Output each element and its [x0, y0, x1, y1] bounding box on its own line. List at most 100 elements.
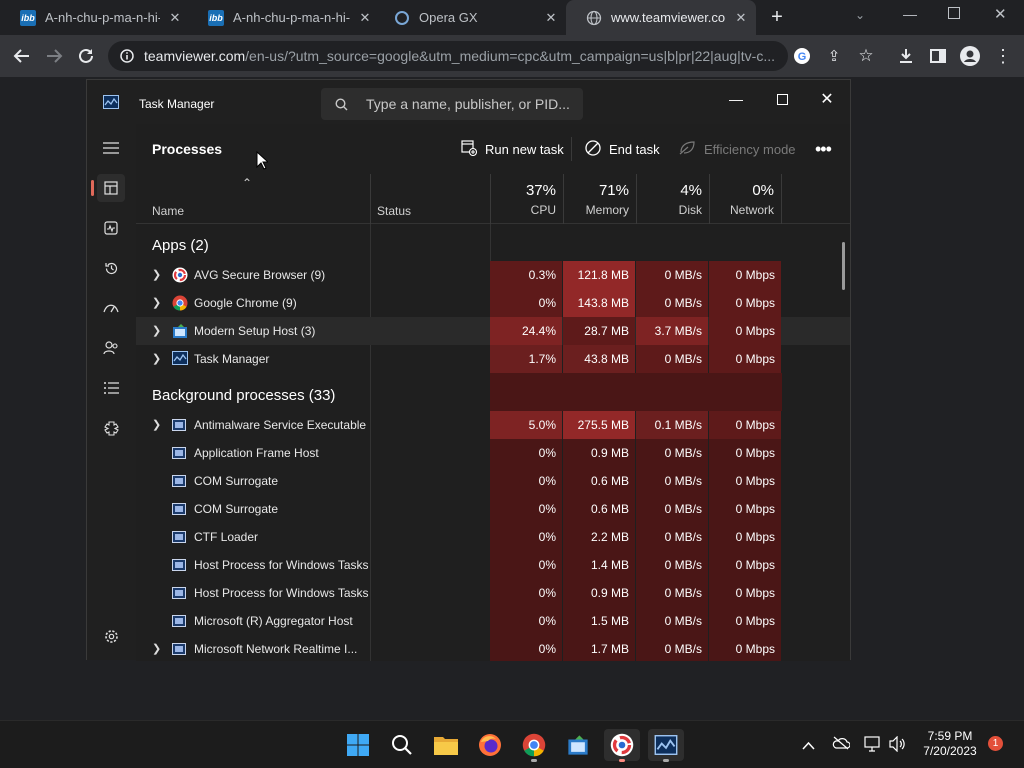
processes-nav-icon[interactable]	[97, 174, 125, 202]
process-row[interactable]: ❯ Microsoft Network Realtime I... 0% 1.7…	[136, 635, 850, 661]
sort-ascending-icon[interactable]: ⌃	[242, 176, 252, 190]
download-icon[interactable]	[893, 43, 919, 69]
process-row[interactable]: Host Process for Windows Tasks 0% 1.4 MB…	[136, 551, 850, 579]
chrome-icon[interactable]	[516, 729, 552, 762]
network-cell: 0 Mbps	[709, 317, 781, 345]
running-indicator	[531, 759, 537, 762]
menu-kebab-icon[interactable]: ⋮	[990, 43, 1016, 69]
memory-column-header[interactable]: 71% Memory	[563, 174, 636, 224]
restore-icon[interactable]	[948, 7, 960, 19]
disk-column-header[interactable]: 4% Disk	[636, 174, 709, 224]
close-tab-icon[interactable]: ✕	[726, 10, 756, 26]
site-info-icon[interactable]	[120, 49, 134, 63]
back-icon[interactable]	[9, 43, 35, 69]
profile-avatar-icon[interactable]	[957, 43, 983, 69]
settings-gear-icon[interactable]	[97, 622, 125, 650]
cloud-offline-icon[interactable]	[832, 736, 851, 755]
process-row[interactable]: COM Surrogate 0% 0.6 MB 0 MB/s 0 Mbps	[136, 467, 850, 495]
performance-nav-icon[interactable]	[97, 214, 125, 242]
setup-icon[interactable]	[560, 729, 596, 761]
status-column-header[interactable]: Status	[370, 174, 490, 224]
app-history-nav-icon[interactable]	[97, 254, 125, 282]
process-row[interactable]: ❯ AVG Secure Browser (9) 0.3% 121.8 MB 0…	[136, 261, 850, 289]
windows-start-icon[interactable]	[340, 729, 376, 761]
browser-tab-bar: ibb A-nh-chu-p-ma-n-hi-nh ✕ ibb A-nh-chu…	[0, 0, 1024, 35]
browser-tab-3[interactable]: Opera GX ✕	[374, 0, 566, 35]
browser-tab-4-active[interactable]: www.teamviewer.com ✕	[566, 0, 756, 35]
disk-cell: 0 MB/s	[636, 495, 708, 523]
process-row-hovered[interactable]: ❯ Modern Setup Host (3) 24.4% 28.7 MB 3.…	[136, 317, 850, 345]
firefox-icon[interactable]	[472, 729, 508, 761]
google-lens-icon[interactable]: G	[789, 43, 815, 69]
notification-badge[interactable]: 1	[988, 736, 1003, 751]
address-bar[interactable]: teamviewer.com/en-us/?utm_source=google&…	[108, 41, 788, 71]
service-icon	[172, 501, 188, 517]
run-new-task-button[interactable]: Run new task	[461, 137, 564, 161]
expand-chevron-icon[interactable]: ❯	[152, 352, 161, 365]
close-window-icon[interactable]: ✕	[994, 5, 1007, 23]
bookmark-star-icon[interactable]: ☆	[853, 43, 879, 69]
network-cell: 0 Mbps	[709, 289, 781, 317]
expand-chevron-icon[interactable]: ❯	[152, 324, 161, 337]
network-cell: 0 Mbps	[709, 495, 781, 523]
maximize-icon[interactable]	[767, 86, 797, 112]
reload-icon[interactable]	[73, 43, 99, 69]
expand-chevron-icon[interactable]: ❯	[152, 418, 161, 431]
details-nav-icon[interactable]	[97, 374, 125, 402]
browser-tab-1[interactable]: ibb A-nh-chu-p-ma-n-hi-nh ✕	[0, 0, 190, 35]
search-box[interactable]: Type a name, publisher, or PID...	[321, 88, 583, 120]
startup-apps-nav-icon[interactable]	[97, 294, 125, 322]
avg-browser-icon[interactable]	[604, 729, 640, 762]
close-tab-icon[interactable]: ✕	[536, 10, 566, 26]
expand-chevron-icon[interactable]: ❯	[152, 296, 161, 309]
minimize-icon[interactable]: —	[903, 6, 917, 22]
show-hidden-icons-chevron-icon[interactable]	[802, 737, 815, 755]
volume-icon[interactable]	[889, 735, 907, 757]
clock-date: 7/20/2023	[923, 744, 977, 758]
process-row[interactable]: ❯ Google Chrome (9) 0% 143.8 MB 0 MB/s 0…	[136, 289, 850, 317]
network-icon[interactable]	[864, 736, 882, 757]
memory-column-label: Memory	[585, 203, 629, 217]
more-options-icon[interactable]: •••	[815, 137, 832, 161]
system-clock[interactable]: 7:59 PM 7/20/2023	[920, 729, 980, 759]
tab-title: A-nh-chu-p-ma-n-hi-nh	[233, 10, 350, 25]
users-nav-icon[interactable]	[97, 334, 125, 362]
process-row[interactable]: CTF Loader 0% 2.2 MB 0 MB/s 0 Mbps	[136, 523, 850, 551]
memory-total-percent: 71%	[598, 182, 629, 199]
memory-cell: 0.6 MB	[563, 495, 635, 523]
forward-icon[interactable]	[41, 43, 67, 69]
cpu-column-header[interactable]: 37% CPU	[490, 174, 563, 224]
process-row[interactable]: ❯ Task Manager 1.7% 43.8 MB 0 MB/s 0 Mbp…	[136, 345, 850, 373]
task-manager-icon[interactable]	[648, 729, 684, 762]
efficiency-mode-button[interactable]: Efficiency mode	[679, 137, 796, 161]
search-icon[interactable]	[384, 729, 420, 761]
tab-search-chevron-icon[interactable]: ⌄	[855, 8, 865, 22]
close-tab-icon[interactable]: ✕	[160, 10, 190, 26]
share-icon[interactable]: ⇪	[821, 43, 847, 69]
new-tab-icon[interactable]: +	[766, 6, 788, 28]
hamburger-menu-icon[interactable]	[97, 134, 125, 162]
process-name: Google Chrome (9)	[194, 296, 297, 310]
end-task-button[interactable]: End task	[585, 137, 660, 161]
minimize-icon[interactable]: —	[721, 86, 751, 112]
expand-chevron-icon[interactable]: ❯	[152, 642, 161, 655]
name-column-header[interactable]: Name	[152, 204, 184, 218]
process-name: AVG Secure Browser (9)	[194, 268, 326, 282]
browser-tab-2[interactable]: ibb A-nh-chu-p-ma-n-hi-nh ✕	[188, 0, 380, 35]
services-nav-icon[interactable]	[97, 414, 125, 442]
process-row[interactable]: COM Surrogate 0% 0.6 MB 0 MB/s 0 Mbps	[136, 495, 850, 523]
file-explorer-icon[interactable]	[428, 729, 464, 761]
network-column-header[interactable]: 0% Network	[709, 174, 782, 224]
command-divider	[571, 137, 572, 161]
cpu-column-label: CPU	[530, 203, 556, 217]
expand-chevron-icon[interactable]: ❯	[152, 268, 161, 281]
process-row[interactable]: Host Process for Windows Tasks 0% 0.9 MB…	[136, 579, 850, 607]
network-cell: 0 Mbps	[709, 411, 781, 439]
process-row[interactable]: Microsoft (R) Aggregator Host 0% 1.5 MB …	[136, 607, 850, 635]
disk-cell: 0 MB/s	[636, 439, 708, 467]
side-panel-icon[interactable]	[925, 43, 951, 69]
process-row[interactable]: Application Frame Host 0% 0.9 MB 0 MB/s …	[136, 439, 850, 467]
active-page-indicator	[91, 180, 94, 196]
process-row[interactable]: ❯ Antimalware Service Executable 5.0% 27…	[136, 411, 850, 439]
close-icon[interactable]: ✕	[812, 86, 842, 112]
